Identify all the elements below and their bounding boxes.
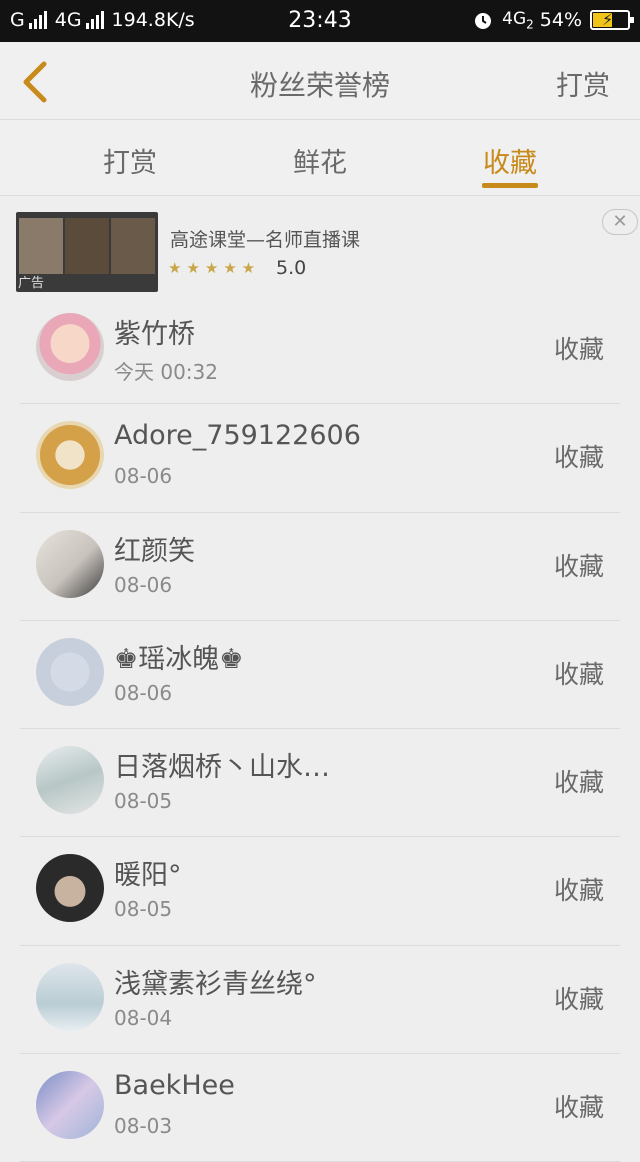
avatar[interactable] <box>36 746 104 815</box>
tab-bar: 打赏 鲜花 收藏 <box>0 121 640 196</box>
list-item[interactable]: 红颜笑 08-06 收藏 <box>0 513 640 621</box>
action-label: 收藏 <box>553 335 604 364</box>
battery-icon: ⚡ <box>590 10 634 31</box>
user-name[interactable]: BaekHee <box>114 1070 235 1101</box>
ad-banner[interactable]: 广告 高途课堂—名师直播课 ★★★★★ 5.0 ✕ <box>0 197 640 297</box>
action-label: 收藏 <box>553 659 604 689</box>
avatar[interactable] <box>36 854 104 923</box>
user-name[interactable]: 浅黛素衫青丝绕° <box>114 962 317 1001</box>
timestamp: 08-06 <box>114 572 173 597</box>
user-name[interactable]: 红颜笑 <box>114 529 195 568</box>
close-icon[interactable]: ✕ <box>602 209 638 235</box>
battery-percent: 54% <box>539 9 582 32</box>
ad-stars-icon: ★★★★★ <box>168 259 261 277</box>
network2-label: 4G2 <box>502 9 534 31</box>
user-name[interactable]: Adore_759122606 <box>114 420 361 451</box>
timestamp: 08-05 <box>114 789 173 814</box>
timestamp: 08-06 <box>114 680 173 705</box>
reward-button[interactable]: 打赏 <box>556 64 610 103</box>
fan-list: 紫竹桥 今天 00:32 收藏 Adore_759122606 08-06 收藏 红颜笑 08… <box>0 296 640 1162</box>
timestamp: 08-05 <box>114 897 173 922</box>
alarm-icon <box>475 13 492 30</box>
action-label: 收藏 <box>553 984 604 1014</box>
list-item[interactable]: 暖阳° 08-05 收藏 <box>0 837 640 946</box>
list-item[interactable]: ♚瑶冰魄♚ 08-06 收藏 <box>0 621 640 730</box>
ad-rating: 5.0 <box>276 257 307 279</box>
ad-thumbnail[interactable]: 广告 <box>16 212 158 292</box>
page-title: 粉丝荣誉榜 <box>249 69 390 102</box>
avatar[interactable] <box>36 529 104 598</box>
user-name[interactable]: 紫竹桥 <box>114 312 195 351</box>
list-item[interactable]: 浅黛素衫青丝绕° 08-04 收藏 <box>0 946 640 1055</box>
ad-thumb-panel <box>111 218 155 274</box>
list-item[interactable]: Adore_759122606 08-06 收藏 <box>0 404 640 513</box>
tab-active-indicator <box>482 183 538 188</box>
status-bar: G 4G 194.8K/s 23:43 4G2 54% ⚡ <box>0 0 640 42</box>
ad-thumb-panel <box>19 218 63 274</box>
tab-favorites[interactable]: 收藏 <box>450 141 570 180</box>
action-label: 收藏 <box>553 768 604 798</box>
charging-icon: ⚡ <box>602 10 614 30</box>
avatar[interactable] <box>36 1071 104 1140</box>
user-name[interactable]: ♚瑶冰魄♚ <box>114 637 243 676</box>
timestamp: 08-06 <box>114 464 173 489</box>
user-name[interactable]: 日落烟桥丶山水… <box>114 745 330 784</box>
ad-title[interactable]: 高途课堂—名师直播课 <box>170 225 360 252</box>
timestamp: 08-03 <box>114 1114 173 1139</box>
battery-tip <box>630 17 634 24</box>
list-item[interactable]: 日落烟桥丶山水… 08-05 收藏 <box>0 729 640 838</box>
nav-bar: 粉丝荣誉榜 打赏 <box>0 42 640 120</box>
user-name[interactable]: 暖阳° <box>114 853 182 892</box>
list-item[interactable]: 紫竹桥今天 00:32 收藏 <box>0 296 640 405</box>
tab-flowers[interactable]: 鲜花 <box>260 141 380 180</box>
avatar[interactable] <box>36 962 104 1031</box>
tab-reward[interactable]: 打赏 <box>70 141 190 180</box>
action-label: 收藏 <box>553 876 604 906</box>
avatar[interactable] <box>36 421 104 490</box>
ad-thumb-panel <box>65 218 109 274</box>
ad-label: 广告 <box>18 276 45 291</box>
network2-sub: 2 <box>526 17 534 32</box>
action-label: 收藏 <box>553 1093 604 1123</box>
action-label: 收藏 <box>553 551 604 581</box>
timestamp: 08-04 <box>114 1005 173 1030</box>
avatar[interactable] <box>36 313 104 381</box>
status-right: 4G2 54% ⚡ <box>472 9 634 32</box>
network2-text: 4G <box>502 9 527 29</box>
list-item[interactable]: BaekHee 08-03 收藏 <box>0 1054 640 1162</box>
avatar[interactable] <box>36 637 104 706</box>
timestamp: 今天 00:32 <box>114 360 218 384</box>
action-label: 收藏 <box>553 443 604 473</box>
